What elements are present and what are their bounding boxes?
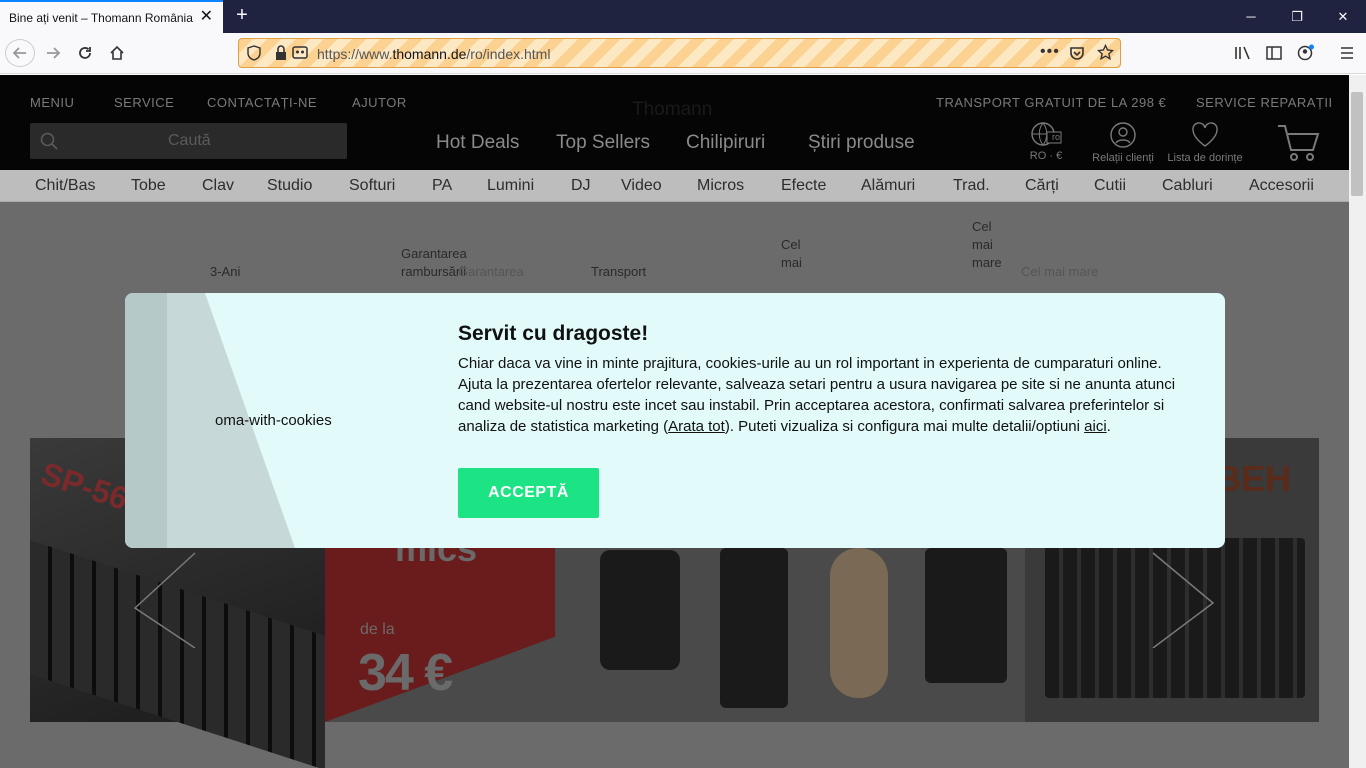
window-close-icon[interactable]: ✕ xyxy=(1320,0,1366,33)
repair-service-link[interactable]: SERVICE REPARAȚII xyxy=(1196,95,1333,110)
user-icon xyxy=(1110,122,1136,148)
feature-largest: Cel mai mare xyxy=(972,219,1002,270)
banner-next-icon[interactable] xyxy=(1148,548,1218,653)
category-cables[interactable]: Cabluri xyxy=(1162,177,1213,195)
menu-link[interactable]: MENIU xyxy=(30,95,74,110)
library-icon[interactable] xyxy=(1228,39,1258,67)
help-link[interactable]: AJUTOR xyxy=(352,95,407,110)
permissions-icon[interactable] xyxy=(291,44,309,67)
microphone-image-2 xyxy=(720,548,788,708)
cookie-image-alt: oma-with-cookies xyxy=(215,412,332,429)
search-input[interactable]: Caută xyxy=(30,123,347,159)
category-pa[interactable]: PA xyxy=(432,177,452,195)
pocket-icon[interactable] xyxy=(1069,45,1085,66)
wishlist-label: Lista de dorințe xyxy=(1167,152,1243,164)
forward-icon[interactable] xyxy=(38,39,68,67)
page-actions-icon[interactable]: ••• xyxy=(1040,43,1060,61)
home-icon[interactable] xyxy=(102,39,132,67)
accept-cookies-button[interactable]: ACCEPTĂ xyxy=(458,468,599,518)
customer-relations-label: Relații clienți xyxy=(1092,152,1154,164)
microphone-image-1 xyxy=(600,550,680,670)
url-prefix: https://www. xyxy=(317,46,393,62)
settings-link[interactable]: aici xyxy=(1084,418,1107,435)
browser-tab-bar: Bine ați venit – Thomann România ✕ + ─ ❐… xyxy=(0,0,1366,33)
search-icon xyxy=(40,132,58,155)
locale-selector[interactable]: ro RO · € xyxy=(1024,121,1068,162)
cart-icon[interactable] xyxy=(1276,123,1320,168)
category-bar: Chit/Bas Tobe Clav Studio Softuri PA Lum… xyxy=(0,170,1349,202)
feature-largest-shadow: Cel mai mare xyxy=(1021,264,1099,279)
locale-label: RO · € xyxy=(1029,150,1063,162)
close-tab-icon[interactable]: ✕ xyxy=(200,9,213,25)
restore-icon[interactable]: ❐ xyxy=(1274,0,1320,33)
address-bar[interactable]: https://www.thomann.de/ro/index.html ••• xyxy=(238,38,1121,68)
customer-relations[interactable]: Relații clienți xyxy=(1086,121,1160,164)
account-icon[interactable] xyxy=(1291,39,1321,67)
scrollbar-thumb[interactable] xyxy=(1351,92,1363,196)
category-studio[interactable]: Studio xyxy=(267,177,312,195)
cookie-consent-dialog: oma-with-cookies Servit cu dragoste! Chi… xyxy=(125,293,1225,548)
bookmark-star-icon[interactable] xyxy=(1096,43,1115,66)
cookie-dialog-text: Chiar daca va vine in minte prajitura, c… xyxy=(458,353,1188,437)
minimize-icon[interactable]: ─ xyxy=(1228,0,1274,33)
microphone-image-4 xyxy=(925,548,1007,683)
category-cases[interactable]: Cutii xyxy=(1094,177,1126,195)
search-placeholder: Caută xyxy=(168,132,211,149)
category-effects[interactable]: Efecte xyxy=(781,177,826,195)
banner-prev-icon[interactable] xyxy=(130,548,200,653)
site-logo[interactable]: Thomann xyxy=(632,99,712,121)
show-all-link[interactable]: Arata tot xyxy=(668,418,725,435)
tab-title: Bine ați venit – Thomann România xyxy=(9,10,193,25)
category-keys[interactable]: Clav xyxy=(202,177,234,195)
browser-toolbar: https://www.thomann.de/ro/index.html ••• xyxy=(0,33,1366,74)
feature-warranty: 3-Ani xyxy=(210,264,241,279)
category-software[interactable]: Softuri xyxy=(349,177,395,195)
top-sellers-link[interactable]: Top Sellers xyxy=(556,132,650,154)
banner-price: 34 € xyxy=(358,644,453,702)
url-domain: thomann.de xyxy=(392,46,467,62)
cookie-dialog-title: Servit cu dragoste! xyxy=(458,322,649,345)
cookie-text-part-3: . xyxy=(1106,418,1111,435)
service-link[interactable]: SERVICE xyxy=(114,95,174,110)
browser-tab[interactable]: Bine ați venit – Thomann România ✕ xyxy=(0,0,223,33)
category-accessories[interactable]: Accesorii xyxy=(1249,177,1314,195)
category-traditional[interactable]: Trad. xyxy=(953,177,990,195)
feature-money-back-shadow: Garantarea xyxy=(458,264,524,279)
menu-icon[interactable] xyxy=(1332,39,1362,67)
back-icon[interactable] xyxy=(5,39,35,67)
shield-icon[interactable] xyxy=(247,45,261,66)
banner-price-from: de la xyxy=(360,621,395,638)
category-drums[interactable]: Tobe xyxy=(131,177,166,195)
bargains-link[interactable]: Chilipiruri xyxy=(686,132,765,154)
category-micros[interactable]: Micros xyxy=(697,177,744,195)
feature-shipping: Transport xyxy=(591,264,647,279)
category-video[interactable]: Video xyxy=(621,177,662,195)
locale-badge: ro xyxy=(1052,132,1061,142)
shipping-note: TRANSPORT GRATUIT DE LA 298 € xyxy=(936,95,1167,110)
url-path: /ro/index.html xyxy=(466,46,551,62)
reload-icon[interactable] xyxy=(70,39,100,67)
cookie-text-part-2: ). Puteti vizualiza si configura mai mul… xyxy=(724,418,1085,435)
product-news-link[interactable]: Știri produse xyxy=(808,132,915,154)
hot-deals-link[interactable]: Hot Deals xyxy=(436,132,519,154)
wishlist[interactable]: Lista de dorințe xyxy=(1162,121,1248,164)
category-brass[interactable]: Alămuri xyxy=(861,177,915,195)
feature-best: Cel mai xyxy=(781,237,802,270)
category-guitar-bass[interactable]: Chit/Bas xyxy=(35,177,95,195)
site-header: MENIU SERVICE CONTACTAȚI-NE AJUTOR Thoma… xyxy=(0,75,1349,170)
lock-icon[interactable] xyxy=(275,45,287,66)
cookie-illustration-edge xyxy=(125,293,167,548)
category-books[interactable]: Cărți xyxy=(1025,177,1059,195)
category-lighting[interactable]: Lumini xyxy=(487,177,534,195)
new-tab-icon[interactable]: + xyxy=(231,5,253,27)
heart-icon xyxy=(1192,122,1218,147)
sidebar-icon[interactable] xyxy=(1259,39,1289,67)
contact-link[interactable]: CONTACTAȚI-NE xyxy=(207,95,317,110)
category-dj[interactable]: DJ xyxy=(571,177,591,195)
url-text: https://www.thomann.de/ro/index.html xyxy=(317,46,550,62)
microphone-image-3 xyxy=(830,548,888,698)
